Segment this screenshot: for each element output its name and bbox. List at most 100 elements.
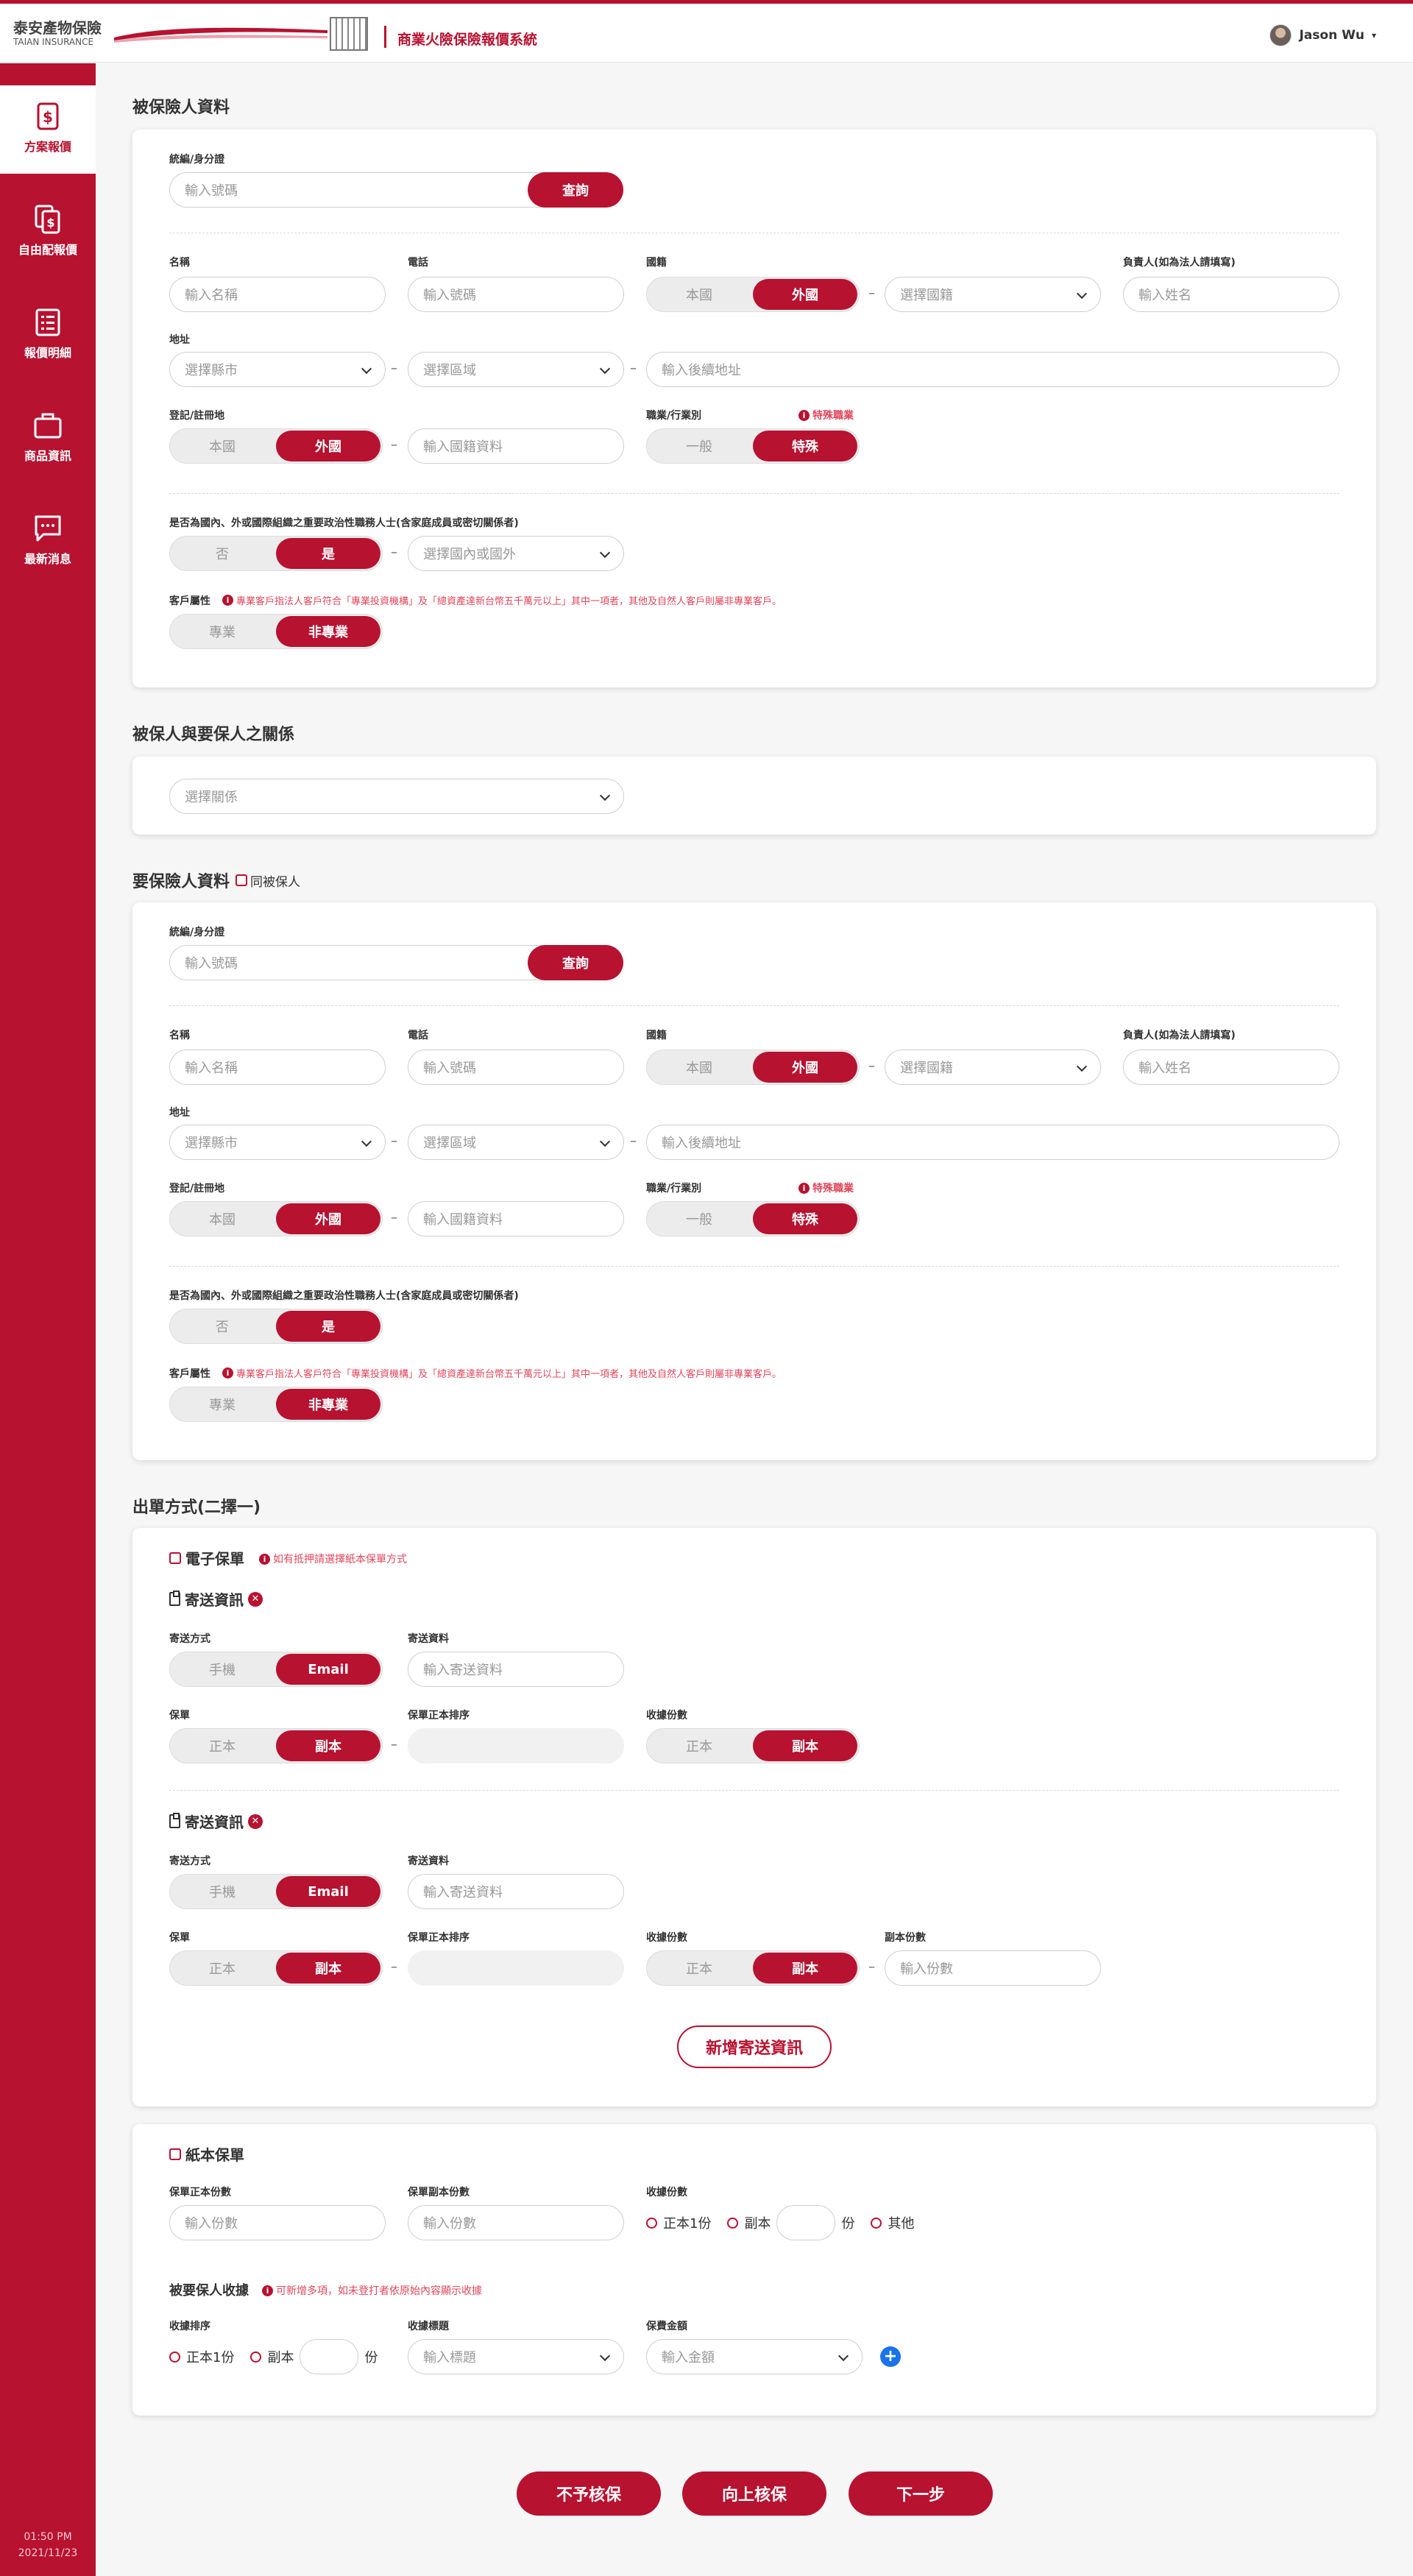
option-mobile[interactable]: 手機 [170, 1652, 275, 1686]
user-menu[interactable]: Jason Wu ▾ [1269, 24, 1376, 46]
radio-other[interactable] [871, 2217, 882, 2229]
insured-query-button[interactable]: 查詢 [528, 172, 623, 208]
insured-pep-toggle[interactable]: 否是 [169, 536, 383, 571]
insured-id-input[interactable]: 輸入號碼 [169, 172, 578, 208]
add-delivery-button[interactable]: 新增寄送資訊 [677, 2025, 832, 2068]
copy-quantity-input[interactable] [776, 2205, 836, 2240]
option-domestic[interactable]: 本國 [647, 1050, 751, 1084]
sidebar-item-free-quote[interactable]: $ 自由配報價 [0, 188, 96, 277]
delivery-data-input-2[interactable]: 輸入寄送資料 [408, 1874, 624, 1909]
remove-delivery-icon[interactable]: ✕ [248, 1591, 263, 1607]
proposer-district-select[interactable]: 選擇區域 [408, 1125, 624, 1160]
option-original[interactable]: 正本 [647, 1951, 751, 1985]
proposer-nationality-toggle[interactable]: 本國 外國 [646, 1050, 860, 1085]
option-domestic[interactable]: 本國 [170, 1202, 275, 1236]
option-copy[interactable]: 副本 [753, 1730, 857, 1761]
copy-count-input[interactable]: 輸入份數 [885, 1950, 1101, 1986]
option-original[interactable]: 正本 [170, 1729, 275, 1763]
proposer-id-input[interactable]: 輸入號碼 [169, 945, 578, 980]
option-special[interactable]: 特殊 [753, 431, 857, 461]
option-original[interactable]: 正本 [170, 1951, 275, 1985]
insured-district-select[interactable]: 選擇區域 [408, 352, 624, 387]
proposer-occupation-toggle[interactable]: 一般 特殊 [646, 1201, 860, 1236]
proposer-name-input[interactable]: 輸入名稱 [169, 1050, 386, 1085]
option-mobile[interactable]: 手機 [170, 1875, 275, 1908]
option-original[interactable]: 正本 [647, 1729, 751, 1763]
option-email[interactable]: Email [276, 1876, 380, 1907]
option-no[interactable]: 否 [170, 537, 275, 570]
insured-address-input[interactable]: 輸入後續地址 [646, 352, 1339, 387]
policy-type-toggle-1[interactable]: 正本 副本 [169, 1728, 383, 1763]
proposer-address-input[interactable]: 輸入後續地址 [646, 1125, 1339, 1160]
insured-occupation-toggle[interactable]: 一般 特殊 [646, 428, 860, 464]
insured-nationality-toggle[interactable]: 本國 外國 [646, 277, 860, 312]
radio-copy[interactable] [727, 2217, 739, 2229]
sidebar-item-news[interactable]: 最新消息 [0, 498, 96, 586]
escalate-underwriting-button[interactable]: 向上核保 [682, 2471, 826, 2516]
proposer-pep-toggle[interactable]: 否是 [169, 1309, 383, 1344]
delivery-method-toggle-1[interactable]: 手機 Email [169, 1652, 383, 1687]
option-domestic[interactable]: 本國 [647, 277, 751, 311]
company-logo[interactable]: 泰安產物保險 TAIAN INSURANCE [13, 20, 102, 48]
proposer-registration-toggle[interactable]: 本國 外國 [169, 1201, 383, 1236]
option-yes[interactable]: 是 [276, 538, 380, 569]
reject-underwriting-button[interactable]: 不予核保 [517, 2471, 661, 2516]
proposer-query-button[interactable]: 查詢 [528, 945, 623, 980]
insured-name-input[interactable]: 輸入名稱 [169, 277, 386, 312]
delivery-data-input-1[interactable]: 輸入寄送資料 [408, 1652, 624, 1687]
sidebar-item-product-info[interactable]: 商品資訊 [0, 394, 96, 483]
paper-original-count-input[interactable]: 輸入份數 [169, 2205, 386, 2240]
option-foreign[interactable]: 外國 [753, 279, 857, 310]
insured-owner-input[interactable]: 輸入姓名 [1123, 277, 1339, 312]
paper-copy-count-input[interactable]: 輸入份數 [408, 2205, 624, 2240]
option-email[interactable]: Email [276, 1654, 380, 1685]
receipt-type-toggle-2[interactable]: 正本 副本 [646, 1950, 860, 1986]
insured-city-select[interactable]: 選擇縣市 [169, 352, 386, 387]
proposer-owner-input[interactable]: 輸入姓名 [1123, 1050, 1339, 1085]
copy-quantity-input[interactable] [300, 2339, 359, 2374]
option-non-professional[interactable]: 非專業 [276, 1389, 380, 1420]
insured-nationality-select[interactable]: 選擇國籍 [885, 277, 1101, 312]
option-general[interactable]: 一般 [647, 429, 751, 463]
sidebar-item-quote-details[interactable]: 報價明細 [0, 291, 96, 380]
receipt-title-select[interactable]: 輸入標題 [408, 2339, 624, 2374]
option-foreign[interactable]: 外國 [753, 1052, 857, 1083]
option-special[interactable]: 特殊 [753, 1203, 857, 1234]
option-non-professional[interactable]: 非專業 [276, 616, 380, 647]
paper-policy-checkbox[interactable]: 紙本保單 [169, 2143, 244, 2165]
remove-delivery-icon[interactable]: ✕ [248, 1814, 263, 1829]
proposer-customer-attr-toggle[interactable]: 專業 非專業 [169, 1387, 383, 1422]
insured-registration-toggle[interactable]: 本國 外國 [169, 428, 383, 464]
option-foreign[interactable]: 外國 [276, 1203, 380, 1234]
policy-type-toggle-2[interactable]: 正本 副本 [169, 1950, 383, 1986]
insured-pep-select[interactable]: 選擇國內或國外 [408, 536, 624, 571]
insured-registration-input[interactable]: 輸入國籍資料 [408, 428, 624, 464]
proposer-city-select[interactable]: 選擇縣市 [169, 1125, 386, 1160]
sidebar-item-plan-quote[interactable]: $ 方案報價 [0, 85, 96, 174]
receipt-type-toggle-1[interactable]: 正本 副本 [646, 1728, 860, 1763]
next-step-button[interactable]: 下一步 [849, 2471, 993, 2516]
radio-copy[interactable] [250, 2351, 262, 2363]
option-foreign[interactable]: 外國 [276, 431, 380, 461]
same-as-insured-checkbox[interactable]: 同被保人 [236, 871, 300, 890]
premium-select[interactable]: 輸入金額 [646, 2339, 863, 2374]
insured-phone-input[interactable]: 輸入號碼 [408, 277, 624, 312]
proposer-nationality-select[interactable]: 選擇國籍 [885, 1050, 1101, 1085]
radio-original-one[interactable] [169, 2351, 180, 2363]
radio-original-one[interactable] [646, 2217, 657, 2229]
proposer-phone-input[interactable]: 輸入號碼 [408, 1050, 624, 1085]
relation-select[interactable]: 選擇關係 [169, 779, 624, 814]
option-professional[interactable]: 專業 [170, 615, 275, 648]
option-professional[interactable]: 專業 [170, 1387, 275, 1421]
option-copy[interactable]: 副本 [276, 1730, 380, 1761]
electronic-policy-checkbox[interactable]: 電子保單 [169, 1547, 244, 1568]
option-domestic[interactable]: 本國 [170, 429, 275, 463]
option-copy[interactable]: 副本 [753, 1953, 857, 1984]
proposer-registration-input[interactable]: 輸入國籍資料 [408, 1201, 624, 1236]
option-yes[interactable]: 是 [276, 1311, 380, 1342]
option-general[interactable]: 一般 [647, 1202, 751, 1236]
add-receipt-icon[interactable]: + [880, 2346, 901, 2367]
option-copy[interactable]: 副本 [276, 1953, 380, 1984]
delivery-method-toggle-2[interactable]: 手機 Email [169, 1874, 383, 1909]
insured-customer-attr-toggle[interactable]: 專業 非專業 [169, 614, 383, 649]
